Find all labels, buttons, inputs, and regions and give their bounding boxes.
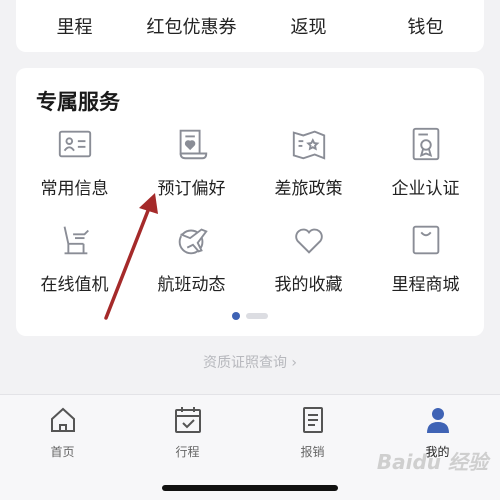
service-label: 我的收藏 [274, 275, 343, 295]
service-my-favorites[interactable]: 我的收藏 [250, 220, 367, 316]
mileage-link[interactable]: 里程 [16, 13, 133, 39]
person-icon [423, 405, 453, 439]
tab-label: 报销 [300, 445, 325, 459]
service-label: 在线值机 [40, 275, 109, 295]
pager-dot[interactable] [246, 313, 268, 319]
tab-itinerary[interactable]: 行程 [125, 405, 250, 460]
coupons-link[interactable]: 红包优惠券 [133, 13, 250, 39]
exclusive-services-card: 专属服务 常用信息 预订偏好 差旅政策 企业认证 在线值机 航班动态 我的收藏 … [16, 68, 484, 336]
top-row: 里程 红包优惠券 返现 钱包 [16, 0, 484, 52]
id-card-icon [55, 124, 95, 164]
shopping-bag-icon [406, 220, 446, 260]
service-enterprise-certification[interactable]: 企业认证 [367, 124, 484, 220]
tab-label: 行程 [175, 445, 200, 459]
service-label: 常用信息 [40, 179, 109, 199]
watermark: Baidu 经验 [376, 450, 488, 474]
calendar-check-icon [173, 405, 203, 439]
service-label: 预订偏好 [157, 179, 226, 199]
service-label: 差旅政策 [274, 179, 343, 199]
tab-home[interactable]: 首页 [0, 405, 125, 460]
cashback-link[interactable]: 返现 [250, 13, 367, 39]
service-mileage-mall[interactable]: 里程商城 [367, 220, 484, 316]
pager-dots[interactable] [16, 312, 484, 320]
heart-icon [289, 220, 329, 260]
home-indicator[interactable] [162, 485, 338, 491]
document-heart-icon [172, 124, 212, 164]
pager-dot-active[interactable] [232, 312, 240, 320]
wallet-link[interactable]: 钱包 [367, 13, 484, 39]
service-label: 企业认证 [391, 179, 460, 199]
tab-label: 首页 [50, 445, 75, 459]
tab-reimbursement[interactable]: 报销 [250, 405, 375, 460]
certificate-icon [406, 124, 446, 164]
service-travel-policy[interactable]: 差旅政策 [250, 124, 367, 220]
service-online-checkin[interactable]: 在线值机 [16, 220, 133, 316]
qualification-query-link[interactable]: 资质证照查询 › [0, 352, 500, 372]
services-grid: 常用信息 预订偏好 差旅政策 企业认证 在线值机 航班动态 我的收藏 里程商城 [16, 124, 484, 316]
service-flight-status[interactable]: 航班动态 [133, 220, 250, 316]
map-star-icon [289, 124, 329, 164]
home-icon [48, 405, 78, 439]
service-booking-preference[interactable]: 预订偏好 [133, 124, 250, 220]
receipt-icon [298, 405, 328, 439]
service-common-info[interactable]: 常用信息 [16, 124, 133, 220]
service-label: 航班动态 [157, 275, 226, 295]
seat-icon [55, 220, 95, 260]
service-label: 里程商城 [391, 275, 460, 295]
plane-icon [172, 220, 212, 260]
services-title: 专属服务 [36, 90, 120, 114]
